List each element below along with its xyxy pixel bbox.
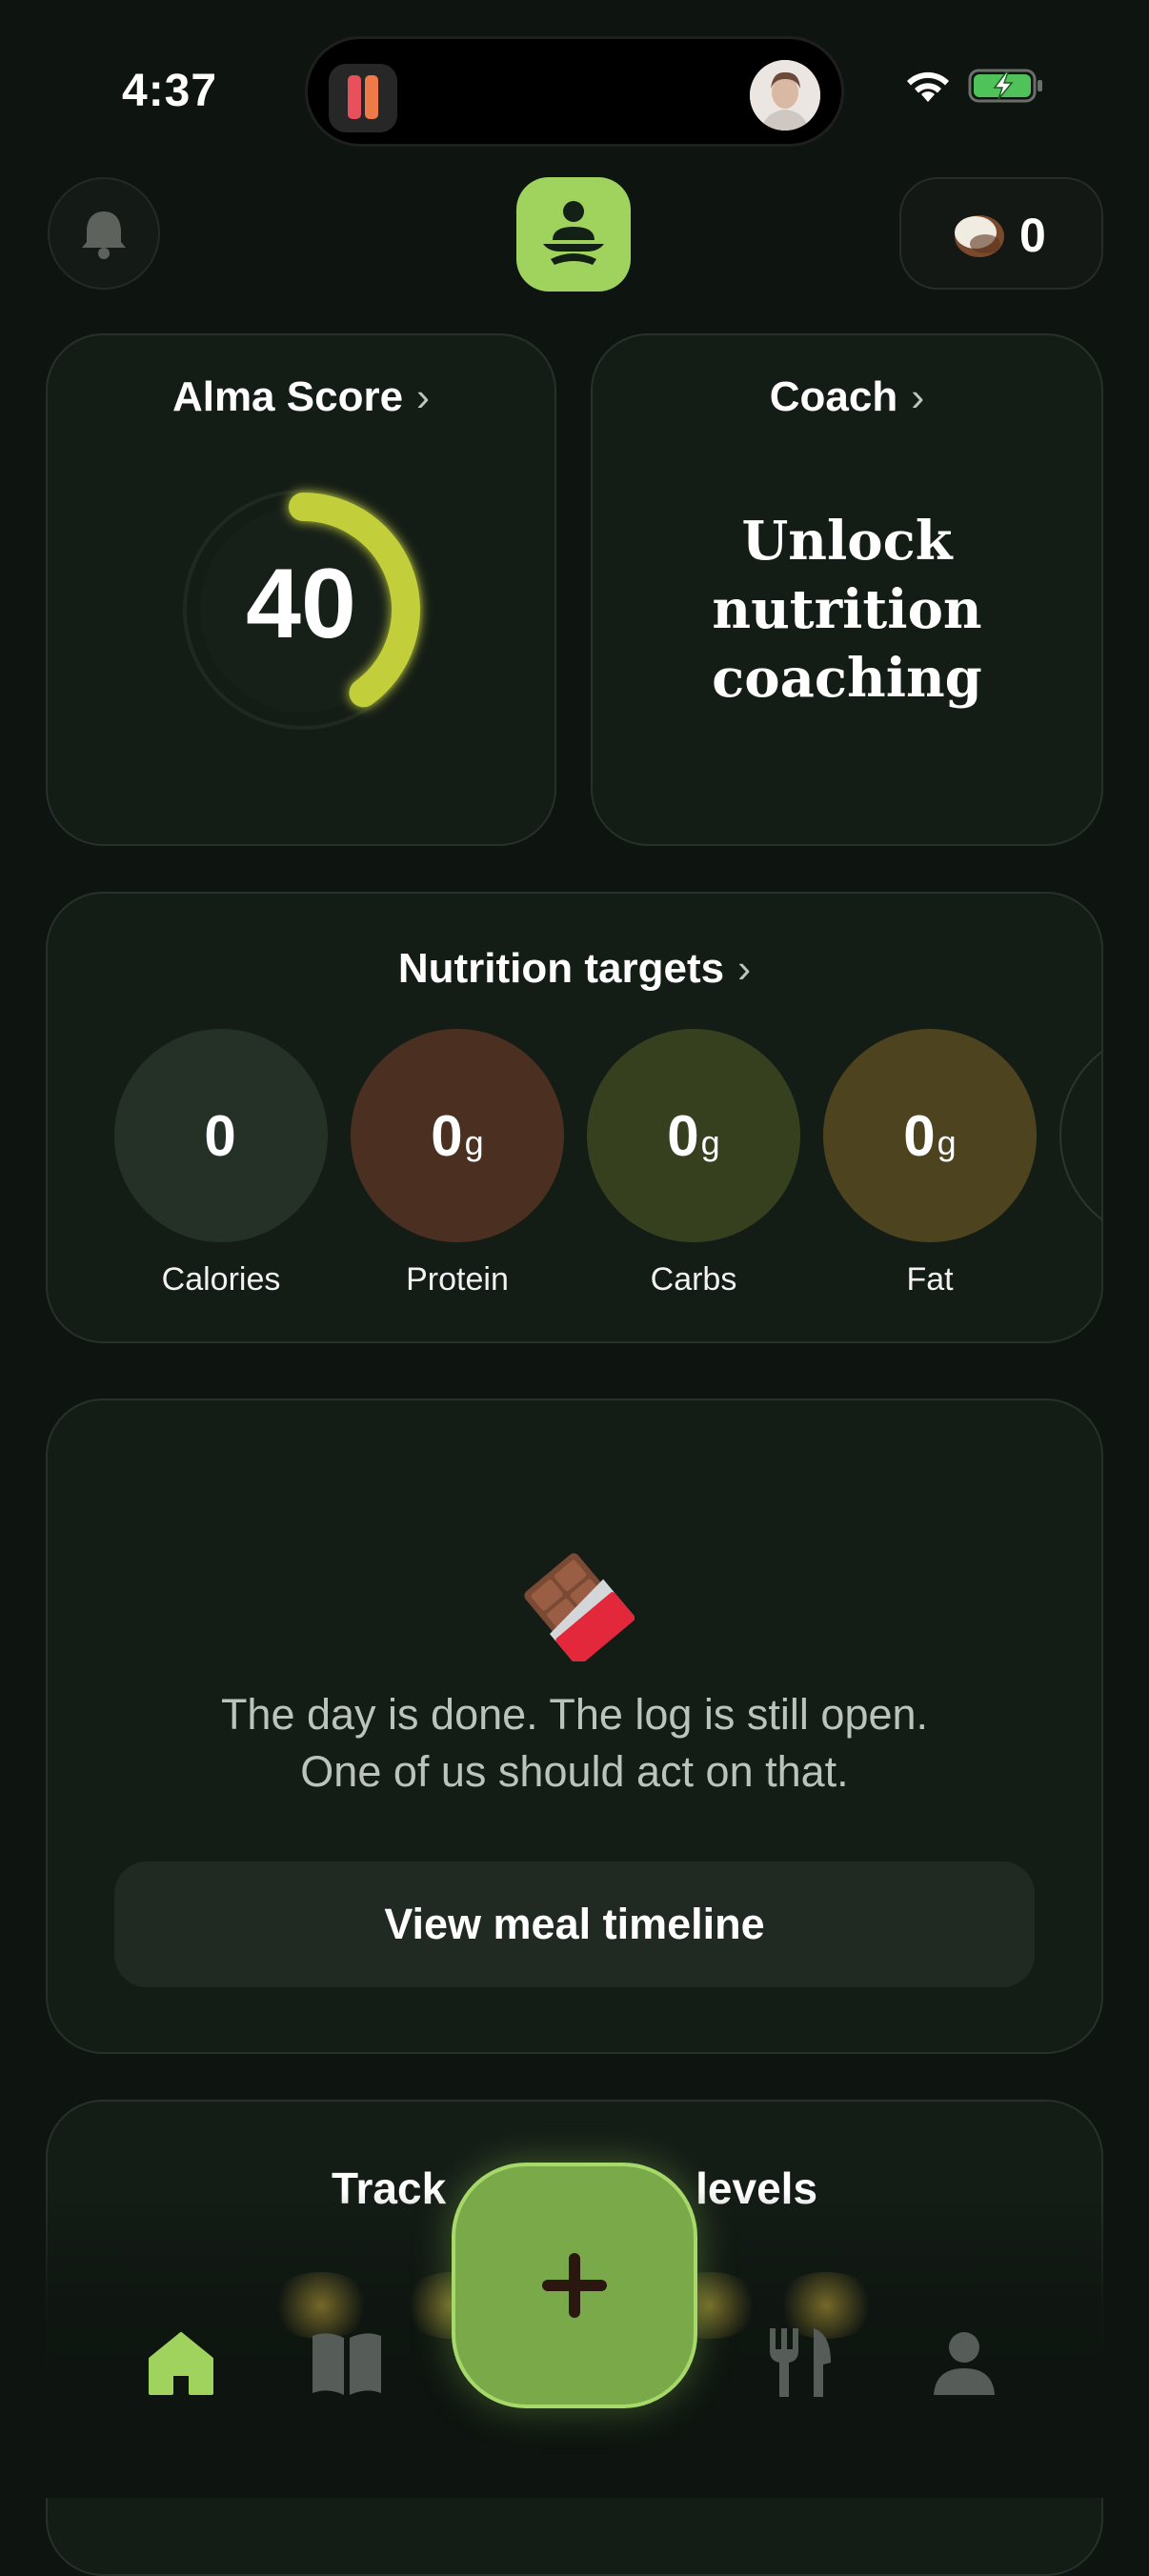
plus-icon — [542, 2253, 607, 2318]
macro-value: 0 — [667, 1103, 699, 1168]
macro-value: 0 — [903, 1103, 936, 1168]
macro-overflow-circle[interactable] — [1059, 1029, 1101, 1242]
macro-value: 0 — [204, 1103, 236, 1168]
chevron-right-icon: › — [911, 374, 925, 419]
notifications-button[interactable] — [48, 177, 160, 290]
chocolate-bar-icon — [524, 1553, 635, 1661]
score-card-header: Alma Score › — [48, 373, 554, 421]
coach-promo-line: coaching — [712, 647, 982, 710]
nav-meals[interactable] — [753, 2315, 848, 2410]
coins-button[interactable]: 0 — [899, 177, 1103, 290]
avatar[interactable] — [750, 60, 820, 131]
macro-label: Carbs — [650, 1261, 737, 1298]
battery-charging-icon — [968, 69, 1042, 103]
coin-count: 0 — [1019, 209, 1046, 262]
chevron-right-icon: › — [416, 374, 431, 419]
macro-unit: g — [700, 1123, 720, 1162]
chevron-right-icon: › — [737, 946, 752, 991]
nav-home[interactable] — [133, 2315, 229, 2410]
coach-card-title: Coach — [769, 373, 898, 420]
macro-label: Protein — [406, 1261, 509, 1298]
score-card-title: Alma Score — [171, 373, 404, 420]
view-meal-timeline-button[interactable]: View meal timeline — [114, 1862, 1035, 1987]
nutrition-card-title: Nutrition targets — [397, 945, 725, 992]
add-button[interactable] — [452, 2163, 697, 2408]
macro-circle: 0g — [351, 1029, 564, 1242]
nutrition-targets-card[interactable]: Nutrition targets › 0 Calories 0g Protei… — [46, 892, 1103, 1343]
nutrition-card-header: Nutrition targets › — [48, 945, 1101, 993]
macro-value: 0 — [431, 1103, 463, 1168]
status-time: 4:37 — [122, 66, 218, 116]
macro-calories[interactable]: 0 Calories — [114, 1029, 328, 1298]
coach-promo-text: Unlock nutrition coaching — [593, 507, 1101, 713]
message-line: The day is done. The log is still open. — [220, 1690, 929, 1739]
profile-icon — [934, 2332, 995, 2395]
macro-unit: g — [937, 1123, 957, 1162]
macro-fat[interactable]: 0g Fat — [823, 1029, 1037, 1298]
bell-icon — [82, 211, 126, 259]
macro-label: Calories — [161, 1261, 281, 1298]
score-value: 40 — [246, 549, 356, 659]
macro-carbs[interactable]: 0g Carbs — [587, 1029, 800, 1298]
message-line: One of us should act on that. — [300, 1747, 849, 1796]
coach-promo-line: Unlock — [741, 510, 953, 573]
dynamic-island — [305, 36, 844, 147]
book-icon — [312, 2333, 381, 2395]
nav-profile[interactable] — [917, 2315, 1012, 2410]
coach-card-header: Coach › — [593, 373, 1101, 421]
macro-protein[interactable]: 0g Protein — [351, 1029, 564, 1298]
macro-circle: 0 — [114, 1029, 328, 1242]
macro-unit: g — [464, 1123, 484, 1162]
app-logo[interactable] — [516, 177, 631, 292]
coach-promo-line: nutrition — [712, 578, 982, 641]
coconut-icon — [955, 215, 1004, 257]
meditation-logo-icon — [543, 201, 604, 265]
daily-log-message: The day is done. The log is still open. … — [48, 1686, 1101, 1801]
macro-label: Fat — [906, 1261, 954, 1298]
daily-log-card: The day is done. The log is still open. … — [46, 1399, 1103, 2054]
macro-circle: 0g — [823, 1029, 1037, 1242]
coach-card[interactable]: Coach › Unlock nutrition coaching — [591, 333, 1103, 846]
wifi-icon — [907, 71, 949, 102]
app-activity-icon[interactable] — [329, 64, 397, 132]
status-icons — [903, 67, 1044, 105]
home-icon — [149, 2332, 213, 2395]
alma-score-card[interactable]: Alma Score › 40 — [46, 333, 556, 846]
nav-learn[interactable] — [299, 2315, 394, 2410]
macro-circle: 0g — [587, 1029, 800, 1242]
utensils-icon — [770, 2328, 831, 2397]
